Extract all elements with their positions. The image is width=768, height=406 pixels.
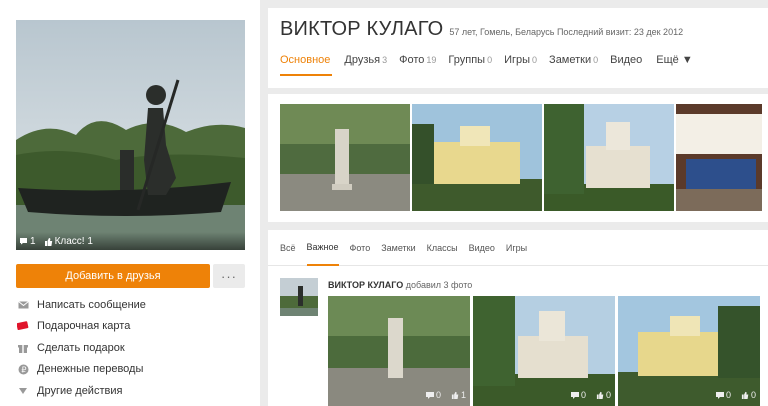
action-label: Сделать подарок	[37, 341, 125, 354]
feed-tab-klasses[interactable]: Классы	[427, 230, 458, 266]
post-photo-stats: 0 0	[570, 390, 611, 400]
profile-avatar[interactable]: 1 Класс! 1	[16, 20, 245, 250]
action-send-message[interactable]: Написать сообщение	[16, 294, 246, 316]
like-counter[interactable]: 0	[741, 390, 756, 400]
post-photo[interactable]: 0 0	[618, 296, 760, 406]
add-friend-button[interactable]: Добавить в друзья	[16, 264, 210, 288]
svg-text:₽: ₽	[21, 365, 26, 374]
feed-tab-photo[interactable]: Фото	[350, 230, 371, 266]
action-label: Написать сообщение	[37, 298, 146, 311]
comment-counter[interactable]: 0	[715, 390, 731, 400]
post-title: ВИКТОР КУЛАГО добавил 3 фото	[328, 280, 472, 290]
money-transfer-icon: ₽	[16, 362, 30, 376]
comment-icon	[570, 391, 579, 399]
action-label: Другие действия	[37, 384, 123, 397]
like-icon	[741, 391, 749, 399]
feed-tab-all[interactable]: Всё	[280, 230, 296, 266]
tab-games[interactable]: Игры 0	[504, 54, 537, 76]
comment-icon	[715, 391, 724, 399]
post-photos: 0 1 0 0 0 0	[328, 296, 760, 406]
like-counter[interactable]: 0	[596, 390, 611, 400]
comment-counter[interactable]: 0	[570, 390, 586, 400]
tab-video[interactable]: Видео	[610, 54, 644, 76]
gift-card-icon	[16, 319, 30, 333]
tab-friends[interactable]: Друзья 3	[344, 54, 387, 76]
like-icon	[451, 391, 459, 399]
action-gift-card[interactable]: Подарочная карта	[16, 316, 246, 338]
comment-icon	[20, 238, 27, 245]
post-photo[interactable]: 0 1	[328, 296, 470, 406]
tab-photos[interactable]: Фото 19	[399, 54, 436, 76]
photo-strip-card	[268, 94, 768, 222]
left-column: 1 Класс! 1 Добавить в друзья ··· Написат…	[0, 0, 260, 406]
profile-meta: 57 лет, Гомель, Беларусь Последний визит…	[449, 27, 684, 37]
feed-tab-important[interactable]: Важное	[306, 230, 339, 266]
post-action: добавил 3 фото	[403, 280, 473, 290]
like-icon	[44, 237, 52, 246]
post-author[interactable]: ВИКТОР КУЛАГО	[328, 280, 403, 290]
action-list: Написать сообщение Подарочная карта Сдел…	[16, 294, 246, 402]
feed-tab-video[interactable]: Видео	[469, 230, 495, 266]
photo-thumbnail[interactable]	[280, 104, 410, 211]
like-icon	[596, 391, 604, 399]
gift-icon	[16, 341, 30, 355]
photo-thumbnail[interactable]	[676, 104, 762, 211]
photo-thumbnail[interactable]	[544, 104, 674, 211]
action-label: Подарочная карта	[37, 320, 131, 333]
triangle-down-icon	[16, 384, 30, 398]
action-other[interactable]: Другие действия	[16, 380, 246, 402]
profile-header: ВИКТОР КУЛАГО 57 лет, Гомель, Беларусь П…	[268, 8, 768, 88]
tab-groups[interactable]: Группы 0	[448, 54, 492, 76]
post-author-avatar[interactable]	[280, 278, 318, 316]
action-label: Денежные переводы	[37, 363, 144, 376]
tab-main[interactable]: Основное	[280, 54, 333, 76]
action-make-gift[interactable]: Сделать подарок	[16, 337, 246, 359]
tab-notes[interactable]: Заметки 0	[549, 54, 598, 76]
like-counter[interactable]: 1	[451, 390, 466, 400]
avatar-stats: 1 Класс! 1	[16, 232, 245, 250]
feed-tab-games[interactable]: Игры	[506, 230, 527, 266]
photo-thumbnail[interactable]	[412, 104, 542, 211]
comment-counter[interactable]: 0	[425, 390, 441, 400]
avatar-comments[interactable]: 1	[19, 236, 36, 247]
photo-strip	[280, 104, 762, 211]
feed-tabs: Всё Важное Фото Заметки Классы Видео Игр…	[268, 230, 768, 266]
post-photo[interactable]: 0 0	[473, 296, 615, 406]
feed-card: Всё Важное Фото Заметки Классы Видео Игр…	[268, 230, 768, 406]
feed-tab-notes[interactable]: Заметки	[381, 230, 415, 266]
post-photo-stats: 0 1	[425, 390, 466, 400]
post-photo-stats: 0 0	[715, 390, 756, 400]
action-money-transfer[interactable]: ₽ Денежные переводы	[16, 359, 246, 381]
profile-name: ВИКТОР КУЛАГО	[280, 18, 444, 40]
avatar-klass[interactable]: Класс! 1	[44, 236, 93, 247]
profile-tabs: Основное Друзья 3 Фото 19 Группы 0 Игры 0 За…	[280, 54, 695, 76]
comment-icon	[425, 391, 434, 399]
envelope-icon	[16, 298, 30, 312]
more-button[interactable]: ···	[213, 264, 245, 288]
tab-more[interactable]: Ещё ▼	[656, 54, 694, 76]
